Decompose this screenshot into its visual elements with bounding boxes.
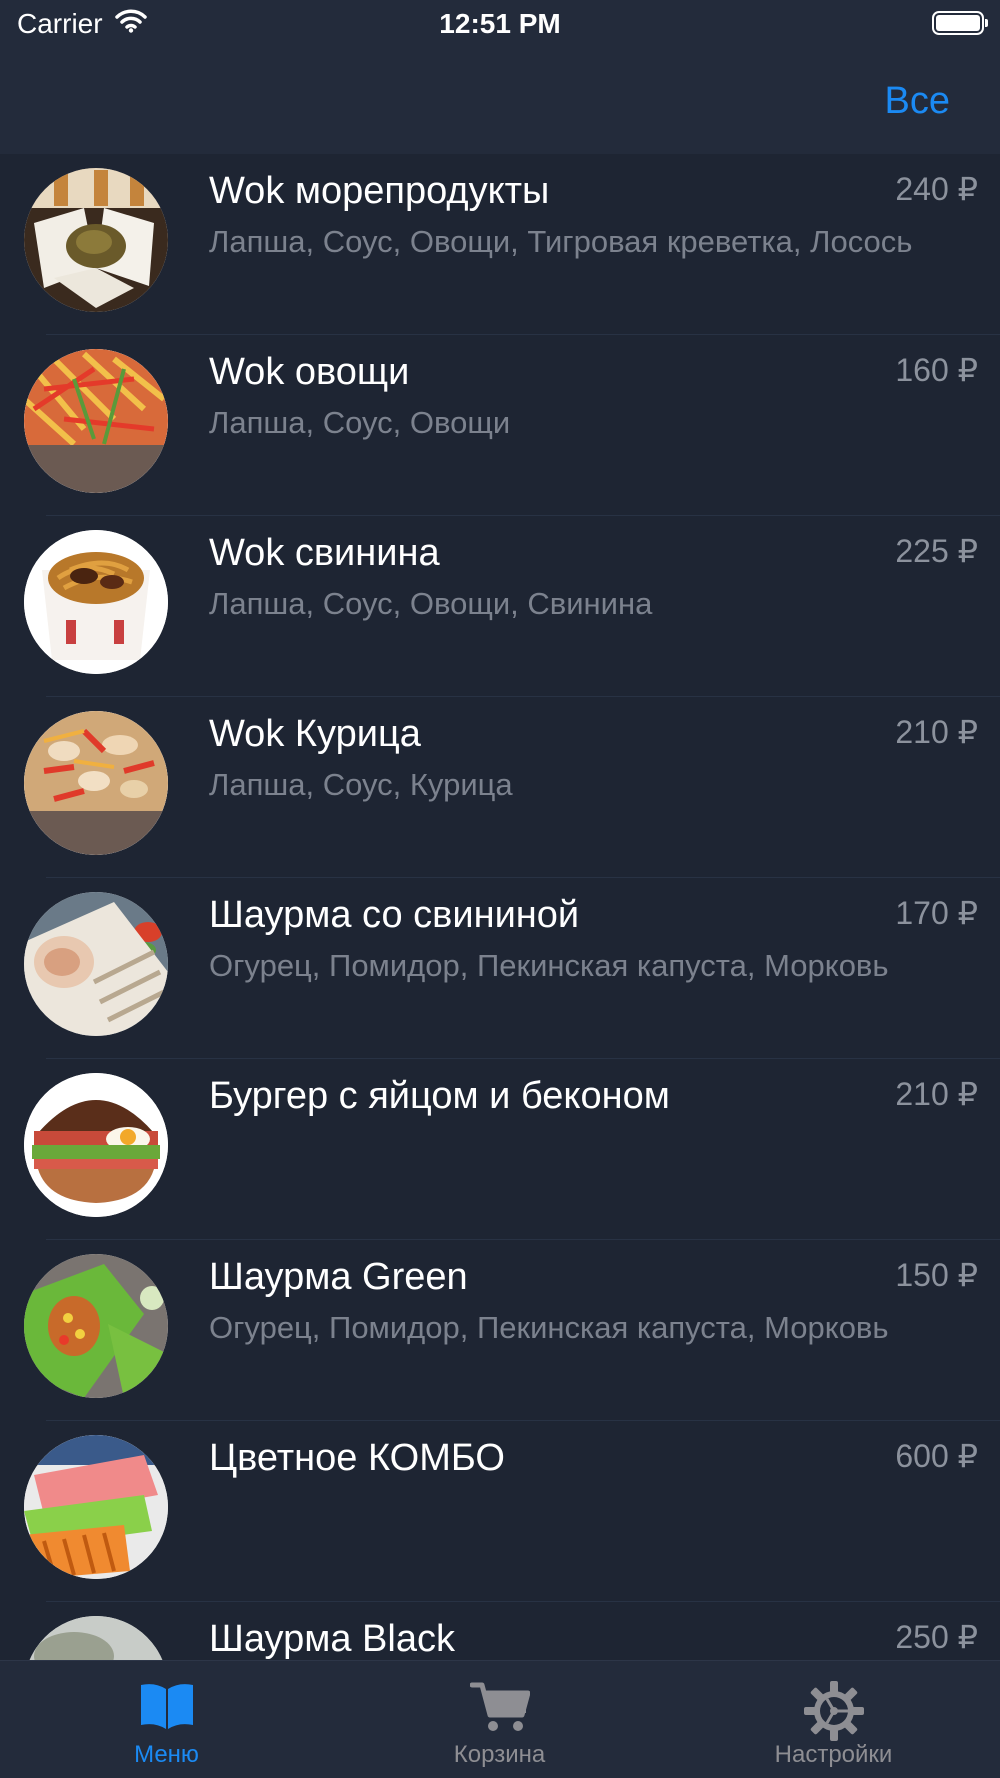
wok-chicken-photo <box>24 711 168 855</box>
menu-item-row[interactable]: Wok свинина 225 ₽ Лапша, Соус, Овощи, Св… <box>0 516 1000 697</box>
menu-item-price: 210 ₽ <box>895 1076 978 1112</box>
shawarma-green-photo <box>24 1254 168 1398</box>
menu-item-price: 160 ₽ <box>895 352 978 388</box>
wok-seafood-photo <box>24 168 168 312</box>
wok-vegetables-photo <box>24 349 168 493</box>
menu-item-row[interactable]: Бургер с яйцом и беконом 210 ₽ <box>0 1059 1000 1240</box>
menu-item-description: Лапша, Соус, Овощи, Тигровая креветка, Л… <box>209 224 913 259</box>
all-filter-button[interactable]: Все <box>885 80 950 123</box>
tab-settings[interactable]: Настройки <box>667 1661 1000 1778</box>
menu-item-title: Wok овощи <box>209 351 410 393</box>
navigation-bar: Все <box>0 50 1000 154</box>
menu-item-description: Лапша, Соус, Овощи, Свинина <box>209 586 653 621</box>
menu-item-price: 240 ₽ <box>895 171 978 207</box>
menu-item-row[interactable]: Шаурма Green 150 ₽ Огурец, Помидор, Пеки… <box>0 1240 1000 1421</box>
color-combo-photo <box>24 1435 168 1579</box>
gear-icon <box>803 1681 864 1746</box>
cart-icon <box>469 1681 530 1738</box>
menu-item-price: 250 ₽ <box>895 1619 978 1655</box>
app-screen: Carrier 12:51 PM Все Wok морепродукты 24… <box>0 0 1000 1778</box>
menu-item-title: Шаурма Black <box>209 1618 455 1660</box>
menu-item-row[interactable]: Шаурма Black 250 ₽ <box>0 1602 1000 1660</box>
shawarma-black-photo <box>24 1616 168 1660</box>
menu-item-title: Wok морепродукты <box>209 170 550 212</box>
menu-item-description: Лапша, Соус, Курица <box>209 767 513 802</box>
menu-item-description: Огурец, Помидор, Пекинская капуста, Морк… <box>209 1310 889 1345</box>
status-time: 12:51 PM <box>439 8 561 39</box>
menu-item-row[interactable]: Шаурма со свининой 170 ₽ Огурец, Помидор… <box>0 878 1000 1059</box>
tab-bar: Меню Корзина Настройки <box>0 1660 1000 1778</box>
menu-item-row[interactable]: Wok овощи 160 ₽ Лапша, Соус, Овощи <box>0 335 1000 516</box>
status-bar: Carrier 12:51 PM <box>0 0 1000 50</box>
menu-item-row[interactable]: Wok Курица 210 ₽ Лапша, Соус, Курица <box>0 697 1000 878</box>
menu-item-title: Цветное КОМБО <box>209 1437 505 1479</box>
menu-item-description: Лапша, Соус, Овощи <box>209 405 511 440</box>
menu-item-title: Бургер с яйцом и беконом <box>209 1075 670 1117</box>
menu-item-title: Шаурма Green <box>209 1256 468 1298</box>
menu-item-price: 210 ₽ <box>895 714 978 750</box>
battery-icon <box>932 11 988 35</box>
menu-item-title: Wok Курица <box>209 713 421 755</box>
book-icon <box>139 1681 195 1736</box>
menu-item-row[interactable]: Цветное КОМБО 600 ₽ <box>0 1421 1000 1602</box>
tab-label: Настройки <box>774 1741 893 1768</box>
shawarma-pork-photo <box>24 892 168 1036</box>
tab-menu[interactable]: Меню <box>0 1661 333 1778</box>
menu-item-price: 225 ₽ <box>895 533 978 569</box>
menu-item-price: 170 ₽ <box>895 895 978 931</box>
menu-item-row[interactable]: Wok морепродукты 240 ₽ Лапша, Соус, Овощ… <box>0 154 1000 335</box>
menu-list[interactable]: Wok морепродукты 240 ₽ Лапша, Соус, Овощ… <box>0 154 1000 1660</box>
tab-cart[interactable]: Корзина <box>333 1661 666 1778</box>
burger-egg-bacon-photo <box>24 1073 168 1217</box>
tab-label: Корзина <box>453 1741 546 1768</box>
menu-item-title: Шаурма со свининой <box>209 894 580 936</box>
menu-item-price: 600 ₽ <box>895 1438 978 1474</box>
tab-label: Меню <box>134 1741 199 1768</box>
menu-item-description: Огурец, Помидор, Пекинская капуста, Морк… <box>209 948 889 983</box>
menu-item-title: Wok свинина <box>209 532 440 574</box>
menu-item-price: 150 ₽ <box>895 1257 978 1293</box>
wok-pork-photo <box>24 530 168 674</box>
